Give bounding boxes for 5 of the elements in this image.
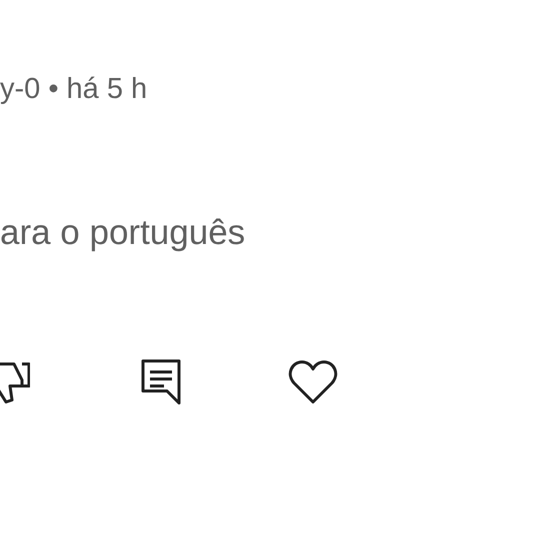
heart-icon[interactable]	[288, 358, 338, 405]
thumbs-down-icon[interactable]	[0, 360, 30, 404]
comment-meta: y-0 • há 5 h	[0, 72, 148, 107]
translate-link[interactable]: ara o português	[0, 212, 246, 254]
comment-icon[interactable]	[140, 358, 182, 406]
